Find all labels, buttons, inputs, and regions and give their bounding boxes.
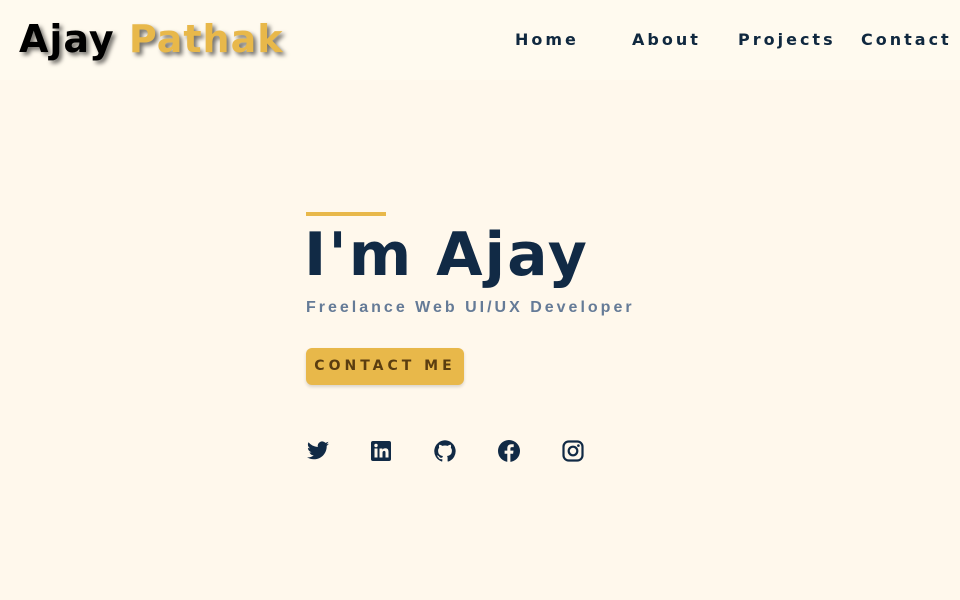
hero-subtitle: Freelance Web UI/UX Developer <box>306 299 635 316</box>
social-links <box>306 439 606 465</box>
facebook-link[interactable] <box>497 439 523 465</box>
twitter-link[interactable] <box>306 439 332 465</box>
linkedin-icon <box>369 439 395 463</box>
nav-link-about[interactable]: About <box>632 29 701 51</box>
hero-section: I'm Ajay Freelance Web UI/UX Developer C… <box>304 212 806 492</box>
instagram-icon <box>561 439 587 463</box>
linkedin-link[interactable] <box>369 439 395 465</box>
nav-link-home[interactable]: Home <box>515 29 579 51</box>
nav-link-contact[interactable]: Contact <box>861 29 952 51</box>
instagram-link[interactable] <box>561 439 587 465</box>
twitter-icon <box>306 439 332 463</box>
navbar: Ajay Pathak Home About Projects Contact <box>0 0 960 80</box>
title-accent-bar <box>306 212 386 216</box>
nav-link-projects[interactable]: Projects <box>738 29 836 51</box>
nav-menu: Home About Projects Contact <box>0 0 960 80</box>
github-icon <box>433 439 459 463</box>
contact-me-button[interactable]: CONTACT ME <box>306 348 464 385</box>
hero-title: I'm Ajay <box>304 220 589 290</box>
github-link[interactable] <box>433 439 459 465</box>
facebook-icon <box>497 439 523 463</box>
